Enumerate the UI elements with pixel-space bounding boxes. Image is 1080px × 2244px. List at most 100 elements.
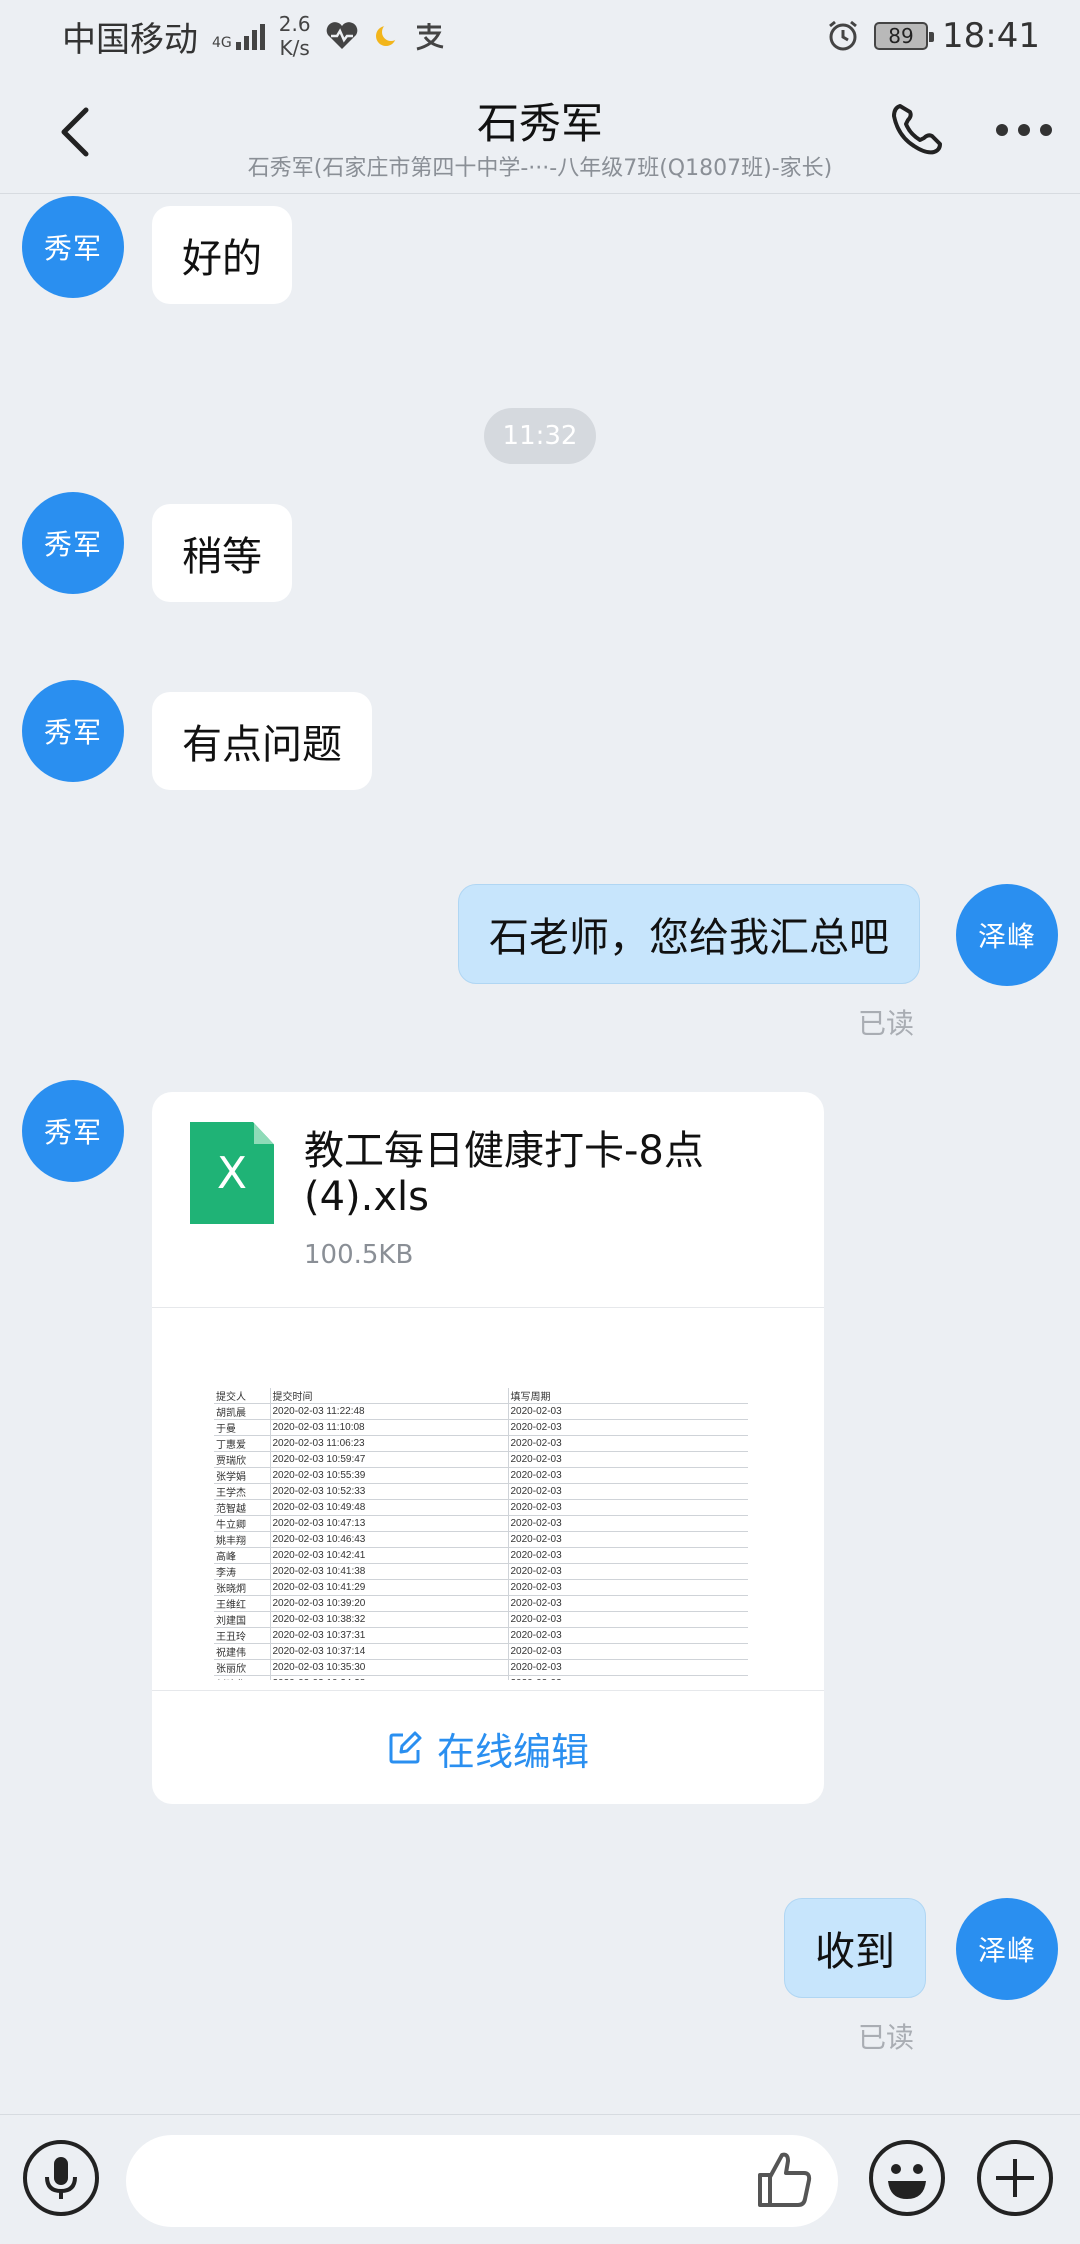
preview-cell: 2020-02-03 xyxy=(508,1611,748,1628)
preview-cell: 2020-02-03 xyxy=(508,1627,748,1644)
file-name: 教工每日健康打卡-8点(4).xls xyxy=(304,1128,704,1220)
preview-row: 于曼 2020-02-03 11:10:08 2020-02-03 xyxy=(214,1419,748,1436)
preview-row: 王丑玲 2020-02-03 10:37:31 2020-02-03 xyxy=(214,1627,748,1644)
preview-cell: 提交人 xyxy=(214,1388,271,1404)
preview-cell: 2020-02-03 10:52:33 xyxy=(270,1483,509,1500)
plus-icon[interactable] xyxy=(976,2139,1054,2217)
preview-cell: 2020-02-03 10:35:30 xyxy=(270,1659,509,1676)
preview-cell: 2020-02-03 xyxy=(508,1659,748,1676)
contact-avatar[interactable]: 秀军 xyxy=(22,196,124,298)
more-options-icon[interactable] xyxy=(996,124,1056,140)
my-avatar[interactable]: 泽峰 xyxy=(956,884,1058,986)
contact-avatar[interactable]: 秀军 xyxy=(22,680,124,782)
network-type: 4G xyxy=(212,35,232,51)
microphone-icon[interactable] xyxy=(22,2139,100,2217)
preview-cell: 2020-02-03 10:47:13 xyxy=(270,1515,509,1532)
preview-cell: 2020-02-03 10:46:43 xyxy=(270,1531,509,1548)
battery-icon: 89 xyxy=(874,22,935,50)
speed-unit: K/s xyxy=(279,36,310,60)
preview-cell: 2020-02-03 11:10:08 xyxy=(270,1419,509,1436)
preview-cell: 2020-02-03 10:42:41 xyxy=(270,1547,509,1564)
preview-cell: 2020-02-03 xyxy=(508,1579,748,1596)
status-bar: 中国移动 4G 2.6 K/s 89 18:41 xyxy=(0,0,1080,72)
preview-cell: 张晓炯 xyxy=(214,1579,271,1596)
preview-cell: 2020-02-03 xyxy=(508,1451,748,1468)
contact-avatar[interactable]: 秀军 xyxy=(22,1080,124,1182)
read-status: 已读 xyxy=(858,2021,915,2054)
preview-row: 张学娟 2020-02-03 10:55:39 2020-02-03 xyxy=(214,1467,748,1484)
heart-rate-icon xyxy=(326,22,357,49)
read-status: 已读 xyxy=(858,1007,915,1040)
preview-cell: 2020-02-03 xyxy=(508,1515,748,1532)
file-message-card[interactable]: X 教工每日健康打卡-8点(4).xls 100.5KB 提交人 提交时间 填写周期… xyxy=(152,1092,824,1804)
preview-cell: 祝建伟 xyxy=(214,1643,271,1660)
preview-cell: 牛立卿 xyxy=(214,1515,271,1532)
preview-cell: 填写周期 xyxy=(508,1388,748,1404)
preview-cell: 2020-02-03 10:41:38 xyxy=(270,1563,509,1580)
my-avatar[interactable]: 泽峰 xyxy=(956,1898,1058,2000)
preview-row: 刘建华2020-02-03 10:34:382020-02-03 xyxy=(214,1675,748,1680)
spreadsheet-preview[interactable]: 提交人 提交时间 填写周期 胡凯晨 2020-02-03 11:22:48 2020-02… xyxy=(214,1388,748,1680)
preview-cell: 2020-02-03 xyxy=(508,1435,748,1452)
preview-row: 张丽欣 2020-02-03 10:35:30 2020-02-03 xyxy=(214,1659,748,1676)
preview-cell: 提交时间 xyxy=(270,1388,509,1404)
preview-cell: 2020-02-03 xyxy=(508,1675,748,1680)
divider xyxy=(152,1690,824,1691)
moon-icon xyxy=(375,23,399,46)
thumbs-up-icon[interactable] xyxy=(752,2147,816,2211)
message-bubble[interactable]: 稍等 xyxy=(152,504,292,602)
preview-cell: 王学杰 xyxy=(214,1483,271,1500)
preview-cell: 2020-02-03 10:55:39 xyxy=(270,1467,509,1484)
preview-row: 高峰 2020-02-03 10:42:41 2020-02-03 xyxy=(214,1547,748,1564)
message-input[interactable] xyxy=(126,2135,838,2227)
preview-cell: 2020-02-03 10:49:48 xyxy=(270,1499,509,1516)
preview-row: 王维红 2020-02-03 10:39:20 2020-02-03 xyxy=(214,1595,748,1612)
preview-cell: 2020-02-03 10:59:47 xyxy=(270,1451,509,1468)
file-size: 100.5KB xyxy=(304,1240,414,1270)
preview-cell: 姚丰翔 xyxy=(214,1531,271,1548)
preview-cell: 王丑玲 xyxy=(214,1627,271,1644)
preview-row: 姚丰翔 2020-02-03 10:46:43 2020-02-03 xyxy=(214,1531,748,1548)
preview-row: 李涛 2020-02-03 10:41:38 2020-02-03 xyxy=(214,1563,748,1580)
preview-cell: 2020-02-03 xyxy=(508,1547,748,1564)
carrier-name: 中国移动 xyxy=(62,19,198,60)
edit-online-label: 在线编辑 xyxy=(436,1729,589,1774)
excel-file-icon: X xyxy=(190,1122,274,1224)
preview-cell: 范智越 xyxy=(214,1499,271,1516)
preview-cell: 2020-02-03 xyxy=(508,1499,748,1516)
chat-header: 石秀军 石秀军(石家庄市第四十中学-···-八年级7班(Q1807班)-家长) xyxy=(0,72,1080,194)
preview-cell: 2020-02-03 xyxy=(508,1531,748,1548)
contact-avatar[interactable]: 秀军 xyxy=(22,492,124,594)
preview-cell: 2020-02-03 xyxy=(508,1419,748,1436)
preview-cell: 2020-02-03 11:06:23 xyxy=(270,1435,509,1452)
preview-row: 丁惠爱 2020-02-03 11:06:23 2020-02-03 xyxy=(214,1435,748,1452)
message-bubble[interactable]: 有点问题 xyxy=(152,692,372,790)
preview-row: 王学杰 2020-02-03 10:52:33 2020-02-03 xyxy=(214,1483,748,1500)
phone-icon[interactable] xyxy=(886,100,946,160)
preview-cell: 2020-02-03 10:38:32 xyxy=(270,1611,509,1628)
preview-cell: 2020-02-03 xyxy=(508,1403,748,1420)
preview-cell: 王维红 xyxy=(214,1595,271,1612)
preview-cell: 2020-02-03 xyxy=(508,1643,748,1660)
preview-cell: 高峰 xyxy=(214,1547,271,1564)
preview-cell: 贾瑞欣 xyxy=(214,1451,271,1468)
preview-cell: 刘建国 xyxy=(214,1611,271,1628)
preview-cell: 胡凯晨 xyxy=(214,1403,271,1420)
network-speed: 2.6 K/s xyxy=(279,12,311,60)
timestamp-pill: 11:32 xyxy=(484,408,596,464)
preview-cell: 张学娟 xyxy=(214,1467,271,1484)
preview-header-row: 提交人 提交时间 填写周期 xyxy=(214,1388,748,1404)
preview-cell: 张丽欣 xyxy=(214,1659,271,1676)
preview-cell: 2020-02-03 xyxy=(508,1467,748,1484)
divider xyxy=(152,1307,824,1308)
my-message-bubble[interactable]: 收到 xyxy=(784,1898,926,1998)
preview-cell: 2020-02-03 xyxy=(508,1595,748,1612)
preview-row: 祝建伟 2020-02-03 10:37:14 2020-02-03 xyxy=(214,1643,748,1660)
emoji-icon[interactable] xyxy=(868,2139,946,2217)
message-bubble[interactable]: 好的 xyxy=(152,206,292,304)
preview-row: 刘建国 2020-02-03 10:38:32 2020-02-03 xyxy=(214,1611,748,1628)
preview-row: 范智越 2020-02-03 10:49:48 2020-02-03 xyxy=(214,1499,748,1516)
preview-cell: 李涛 xyxy=(214,1563,271,1580)
my-message-bubble[interactable]: 石老师，您给我汇总吧 xyxy=(458,884,920,984)
edit-online-button[interactable]: 在线编辑 xyxy=(152,1692,824,1804)
